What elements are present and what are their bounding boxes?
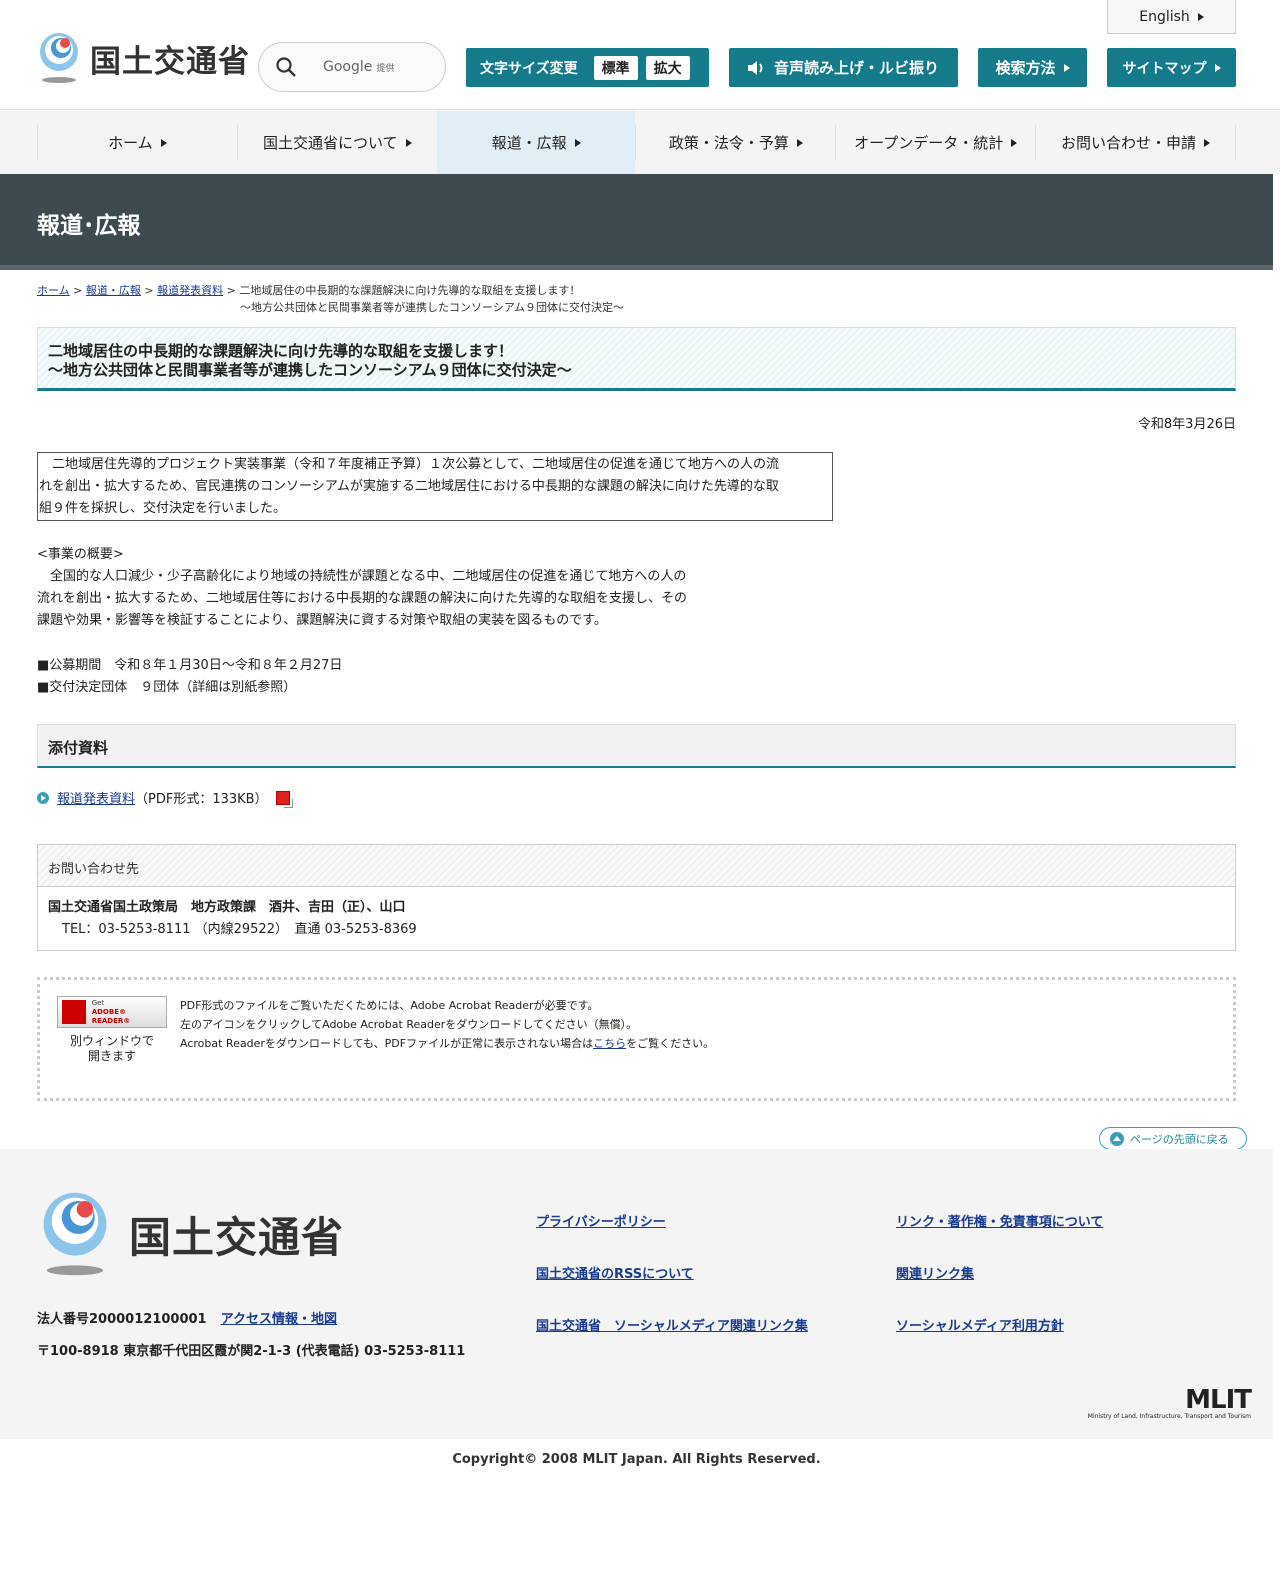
new-window-note: 別ウィンドウで 開きます <box>69 1034 154 1063</box>
page-top-button[interactable]: ページの先頭に戻る <box>1099 1127 1247 1150</box>
sitemap-button[interactable]: サイトマップ <box>1107 48 1236 87</box>
arrow-right-icon <box>1197 12 1204 21</box>
article-title: 二地域居住の中長期的な課題解決に向け先導的な取組を支援します！ ～地方公共団体と… <box>37 327 1236 391</box>
contact-org: 国土交通省国土政策局 地方政策課 酒井、吉田（正）、山口 <box>48 900 406 915</box>
lead-box: 二地域居住先導的プロジェクト実装事業（令和７年度補正予算）１次公募として、二地域… <box>37 452 833 521</box>
arrow-right-icon <box>160 138 167 147</box>
publish-date: 令和8年3月26日 <box>1137 417 1236 432</box>
arrow-up-icon <box>1110 1131 1124 1146</box>
search-input[interactable]: Google 提供 <box>258 42 446 92</box>
arrow-right-icon <box>1204 138 1211 147</box>
adobe-icon <box>62 1000 86 1024</box>
nav-item-about[interactable]: 国土交通省について <box>236 125 437 160</box>
nav-item-press[interactable]: 報道・広報 <box>436 111 636 174</box>
speaker-icon <box>747 60 763 75</box>
site-logo[interactable]: 国土交通省 <box>36 32 250 84</box>
font-size-label: 文字サイズ変更 <box>480 60 578 77</box>
breadcrumb-releases[interactable]: 報道発表資料 <box>157 284 223 297</box>
reader-text: PDF形式のファイルをご覧いただくためには、Adobe Acrobat Read… <box>180 999 715 1050</box>
breadcrumb-current: 二地域居住の中長期的な課題解決に向け先導的な取組を支援します！ <box>239 284 581 297</box>
attachments-heading: 添付資料 <box>37 724 1236 768</box>
breadcrumb-current-sub: ～地方公共団体と民間事業者等が連携したコンソーシアム９団体に交付決定～ <box>240 301 625 314</box>
footer-info: 法人番号2000012100001 アクセス情報・地図 〒100-8918 東京都… <box>37 1304 465 1368</box>
reader-help-link[interactable]: こちら <box>593 1037 626 1050</box>
global-nav: ホーム 国土交通省について 報道・広報 政策・法令・予算 オープンデータ・統計 … <box>0 111 1280 174</box>
attachment-link[interactable]: 報道発表資料 <box>57 788 135 807</box>
tts-button[interactable]: 音声読み上げ・ルビ振り <box>729 48 958 87</box>
breadcrumb: ホーム > 報道・広報 > 報道発表資料 > 二地域居住の中長期的な課題解決に向… <box>37 282 837 316</box>
footer-logo[interactable]: 国土交通省 <box>37 1191 344 1277</box>
font-size-control: 文字サイズ変更 標準 拡大 <box>466 48 709 87</box>
terms-list: ■公募期間 令和８年１月30日～令和８年２月27日 ■交付決定団体 ９団体（詳細… <box>37 658 343 695</box>
arrow-right-icon <box>1063 63 1070 72</box>
footer-link-social[interactable]: 国土交通省 ソーシャルメディア関連リンク集 <box>536 1315 896 1334</box>
breadcrumb-home[interactable]: ホーム <box>37 284 70 297</box>
attachment-item: 報道発表資料 （PDF形式：133KB） <box>37 788 293 808</box>
font-standard-button[interactable]: 標準 <box>593 55 638 80</box>
arrow-right-icon <box>405 138 412 147</box>
breadcrumb-press[interactable]: 報道・広報 <box>86 284 141 297</box>
english-button[interactable]: English <box>1107 0 1236 34</box>
footer-logo-text: 国土交通省 <box>129 1212 345 1262</box>
arrow-right-icon <box>796 138 803 147</box>
logo-text: 国土交通省 <box>90 43 250 80</box>
overview-text: <事業の概要> 全国的な人口減少・少子高齢化により地域の持続性が課題となる中、二… <box>37 547 688 628</box>
footer-address: 〒100-8918 東京都千代田区霞が関2-1-3 (代表電話) 03-5253… <box>37 1344 466 1359</box>
mlit-wordmark: MLIT Ministry of Land, Infrastructure, T… <box>1087 1385 1252 1420</box>
footer-link-privacy[interactable]: プライバシーポリシー <box>536 1211 896 1230</box>
contact-tel: TEL：03-5253-8111 （内線29522） 直通 03-5253-83… <box>62 922 417 937</box>
mlit-logo-icon <box>43 1192 107 1276</box>
footer-links: プライバシーポリシー リンク・著作権・免責事項について 国土交通省のRSSについ… <box>536 1211 1216 1334</box>
arrow-right-icon <box>1214 63 1221 72</box>
search-method-button[interactable]: 検索方法 <box>978 48 1087 87</box>
category-title: 報道･広報 <box>37 213 141 239</box>
acrobat-reader-box: Get ADOBE® READER® 別ウィンドウで 開きます PDF形式のファイ… <box>37 977 1236 1101</box>
search-icon <box>276 57 296 77</box>
nav-item-opendata[interactable]: オープンデータ・統計 <box>835 125 1035 160</box>
access-link[interactable]: アクセス情報・地図 <box>221 1312 337 1327</box>
font-large-button[interactable]: 拡大 <box>645 55 690 80</box>
site-footer: 国土交通省 法人番号2000012100001 アクセス情報・地図 〒100-89… <box>0 1149 1273 1439</box>
bullet-arrow-icon <box>37 791 49 804</box>
arrow-right-icon <box>1011 138 1018 147</box>
pdf-icon <box>275 790 293 808</box>
site-header: 国土交通省 Google 提供 English 文字サイズ変更 標準 拡大 音声読… <box>0 0 1280 110</box>
nav-item-contact[interactable]: お問い合わせ・申請 <box>1035 125 1236 160</box>
contact-box: お問い合わせ先 国土交通省国土政策局 地方政策課 酒井、吉田（正）、山口 TEL… <box>37 844 1236 951</box>
nav-item-home[interactable]: ホーム <box>37 125 237 160</box>
mlit-logo-icon <box>40 33 78 83</box>
footer-link-related[interactable]: 関連リンク集 <box>896 1263 1216 1282</box>
copyright: Copyright© 2008 MLIT Japan. All Rights R… <box>452 1452 821 1467</box>
footer-link-rss[interactable]: 国土交通省のRSSについて <box>536 1263 896 1282</box>
google-label: Google 提供 <box>323 59 395 75</box>
get-adobe-reader-button[interactable]: Get ADOBE® READER® <box>57 996 167 1028</box>
footer-link-social-policy[interactable]: ソーシャルメディア利用方針 <box>896 1315 1216 1334</box>
contact-heading: お問い合わせ先 <box>38 845 1235 887</box>
category-band: 報道･広報 <box>0 174 1273 270</box>
arrow-right-icon <box>574 138 581 147</box>
footer-link-copyright[interactable]: リンク・著作権・免責事項について <box>896 1211 1216 1230</box>
nav-item-policy[interactable]: 政策・法令・予算 <box>635 125 835 160</box>
